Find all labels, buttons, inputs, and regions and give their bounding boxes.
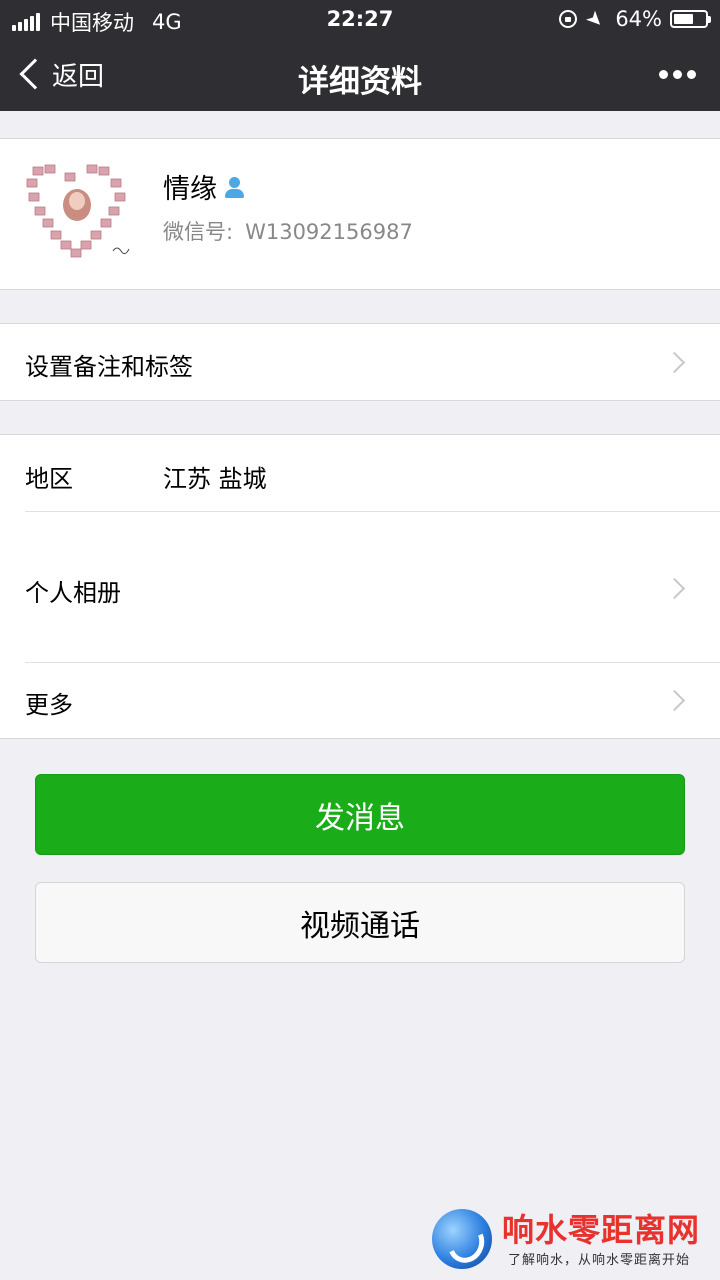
- send-message-button[interactable]: 发消息: [35, 774, 685, 855]
- wechat-id-label: 微信号:: [163, 220, 234, 244]
- male-user-icon: [223, 175, 245, 199]
- region-row: 地区 江苏 盐城: [0, 435, 720, 511]
- chevron-right-icon: [663, 351, 686, 374]
- battery-fill: [674, 14, 694, 24]
- remark-tags-row[interactable]: 设置备注和标签: [0, 323, 720, 401]
- status-right: ➤ 64%: [558, 4, 711, 34]
- wechat-id-value: W13092156987: [245, 220, 413, 244]
- rotation-lock-icon: [558, 10, 577, 28]
- profile-name: 情缘: [163, 174, 217, 205]
- avatar[interactable]: [25, 161, 135, 271]
- nav-bar: 返回 详细资料: [0, 38, 720, 111]
- more-label: 更多: [25, 691, 73, 719]
- watermark-subtitle: 了解响水，从响水零距离开始: [508, 1253, 691, 1268]
- watermark-logo-icon: [432, 1209, 492, 1269]
- region-label: 地区: [25, 465, 73, 493]
- battery-percent: 64%: [615, 7, 662, 31]
- more-row[interactable]: 更多: [0, 663, 720, 739]
- profile-card[interactable]: 情缘 微信号: W13092156987: [0, 138, 720, 290]
- page-title: 详细资料: [298, 64, 422, 100]
- video-call-button[interactable]: 视频通话: [35, 882, 685, 963]
- photo-album-row[interactable]: 个人相册: [0, 512, 720, 662]
- info-group: 地区 江苏 盐城 个人相册 更多: [0, 434, 720, 739]
- photo-album-label: 个人相册: [25, 579, 121, 607]
- remark-tags-label: 设置备注和标签: [25, 353, 193, 381]
- ellipsis-icon: [659, 70, 668, 79]
- battery-icon: [670, 10, 711, 28]
- site-watermark: 响水零距离网 了解响水，从响水零距离开始: [430, 1205, 715, 1275]
- chevron-right-icon: [663, 689, 686, 712]
- watermark-title: 响水零距离网: [502, 1211, 701, 1249]
- name-row: 情缘: [163, 167, 245, 206]
- status-bar: 中国移动 4G 22:27 ➤ 64%: [0, 0, 720, 38]
- more-options-button[interactable]: [654, 70, 696, 79]
- wechat-id-row: 微信号: W13092156987: [163, 216, 413, 246]
- location-arrow-icon: ➤: [580, 4, 610, 34]
- region-value: 江苏 盐城: [163, 465, 267, 493]
- chevron-right-icon: [663, 577, 686, 600]
